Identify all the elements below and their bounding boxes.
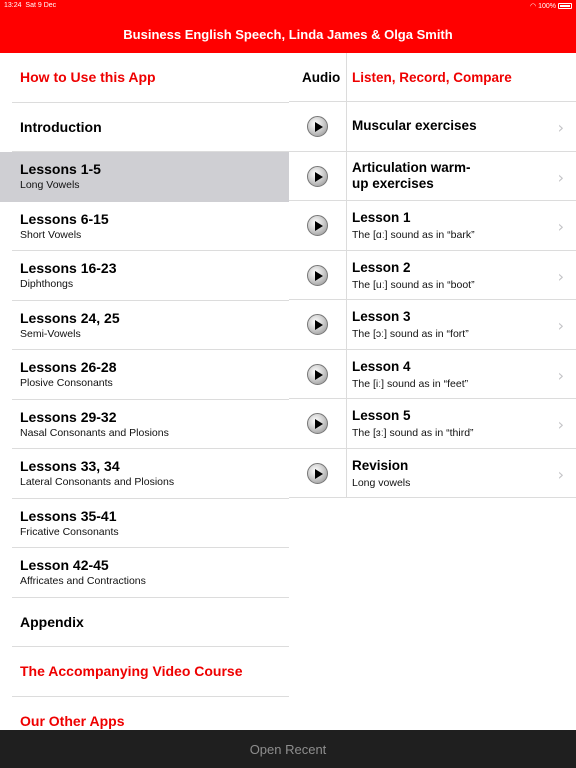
sidebar-item-title: Appendix [20,613,84,630]
audio-item-title: Lesson 3 [352,309,411,324]
battery-icon [558,3,572,10]
sidebar-item-subtitle: Plosive Consonants [20,377,113,389]
lessons-sidebar: How to Use this App Introduction Lessons 1… [0,53,289,730]
sidebar-item-title: Lessons 35-41 [20,507,117,524]
audio-item-subtitle: The [ɑː] sound as in “bark” [352,229,475,241]
sidebar-item-subtitle: Nasal Consonants and Plosions [20,426,169,439]
page-title: Business English Speech, Linda James & O… [123,27,453,42]
play-icon[interactable] [307,116,328,137]
sidebar-item[interactable]: Our Other Apps [0,697,289,731]
sidebar-item[interactable]: Lessons 26-28 Plosive Consonants [0,350,289,400]
sidebar-item[interactable]: Appendix [0,598,289,647]
audio-item-title: Muscular exercises [352,118,477,133]
status-date: Sat 9 Dec [25,2,57,9]
sidebar-item-subtitle: Short Vowels [20,228,82,241]
sidebar-item[interactable]: Lessons 6-15 Short Vowels [0,202,289,251]
sidebar-item-title: Lessons 1-5 [20,161,101,177]
audio-item-title: Lesson 1 [352,210,411,225]
sidebar-item[interactable]: The Accompanying Video Course [0,647,289,697]
sidebar-item[interactable]: Lessons 33, 34 Lateral Consonants and Plo… [0,449,289,499]
chevron-right-icon: › [557,365,564,385]
sidebar-item-subtitle: Semi-Vowels [20,327,81,340]
audio-list-item[interactable]: Articulation warm- up exercises › [289,152,576,201]
play-icon[interactable] [307,462,328,484]
sidebar-item[interactable]: Lessons 16-23 Diphthongs [0,251,289,301]
play-icon[interactable] [307,165,328,187]
sidebar-item[interactable]: Introduction [0,103,289,152]
sidebar-item[interactable]: Lesson 42-45 Affricates and Contractions [0,548,289,598]
sidebar-item-title: Lessons 16-23 [20,260,117,276]
audio-item-subtitle: The [ɜː] sound as in “third” [352,427,474,439]
audio-item-title: Articulation warm- up exercises [352,159,471,191]
audio-list-item[interactable]: Muscular exercises › [289,102,576,152]
audio-item-title: Lesson 4 [352,358,411,374]
sidebar-item-title: Lessons 26-28 [20,359,117,375]
audio-list-item[interactable]: Lesson 4 The [iː] sound as in “feet” › [289,350,576,399]
sidebar-item[interactable]: Lessons 29-32 Nasal Consonants and Plosio… [0,400,289,449]
sidebar-item-title: Introduction [20,118,102,135]
audio-item-subtitle: The [iː] sound as in “feet” [352,377,469,390]
sidebar-item-subtitle: Diphthongs [20,278,74,290]
chevron-right-icon: › [557,118,564,137]
sidebar-item-subtitle: Fricative Consonants [20,525,119,538]
sidebar-item[interactable]: Lessons 24, 25 Semi-Vowels [0,301,289,350]
play-icon[interactable] [307,314,328,335]
wifi-icon: ◠ [530,3,537,10]
sidebar-item-subtitle: Affricates and Contractions [20,575,146,587]
chevron-right-icon: › [557,415,564,434]
app-header: 13:24 Sat 9 Dec ◠ 100% Business English … [0,0,576,53]
open-recent-button[interactable]: Open Recent [0,742,576,757]
audio-item-title: Lesson 2 [352,259,411,275]
chevron-right-icon: › [557,316,564,335]
sidebar-item-title: Lesson 42-45 [20,557,109,573]
play-icon[interactable] [307,363,328,385]
audio-panel-header: Audio Listen, Record, Compare [289,53,576,102]
audio-panel: Audio Listen, Record, Compare Muscular e… [289,53,576,730]
sidebar-item[interactable]: Lessons 35-41 Fricative Consonants [0,499,289,548]
chevron-right-icon: › [557,167,564,187]
sidebar-item[interactable]: Lessons 1-5 Long Vowels [0,152,289,202]
chevron-right-icon: › [557,464,564,484]
audio-item-title: Revision [352,457,409,473]
sidebar-item-title: Lessons 33, 34 [20,458,120,474]
play-icon[interactable] [307,413,328,434]
audio-item-subtitle: The [ɔː] sound as in “fort” [352,328,469,340]
sidebar-item-title: Lessons 29-32 [20,408,117,425]
chevron-right-icon: › [557,266,564,286]
audio-item-subtitle: The [uː] sound as in “boot” [352,278,475,291]
audio-column-header: Audio [302,70,341,85]
sidebar-item-title: How to Use this App [20,69,156,85]
sidebar-item-subtitle: Lateral Consonants and Plosions [20,476,175,488]
battery-percent: 100% [538,3,556,10]
status-bar: 13:24 Sat 9 Dec ◠ 100% [4,2,572,12]
audio-list-item[interactable]: Lesson 1 The [ɑː] sound as in “bark” › [289,201,576,251]
audio-item-subtitle: Long vowels [352,476,411,489]
audio-list-item[interactable]: Lesson 3 The [ɔː] sound as in “fort” › [289,300,576,350]
footer-bar: Open Recent [0,730,576,768]
audio-list-item[interactable]: Revision Long vowels › [289,449,576,498]
audio-list-item[interactable]: Lesson 5 The [ɜː] sound as in “third” › [289,399,576,449]
sidebar-item-title: Lessons 24, 25 [20,309,120,326]
sidebar-item-title: The Accompanying Video Course [20,663,243,679]
sidebar-item[interactable]: How to Use this App [0,53,289,103]
audio-item-title: Lesson 5 [352,408,411,423]
sidebar-item-title: Lessons 6-15 [20,210,109,227]
play-icon[interactable] [307,264,328,286]
status-time: 13:24 [4,2,22,9]
listen-record-compare-link[interactable]: Listen, Record, Compare [352,70,512,85]
sidebar-item-subtitle: Long Vowels [20,179,80,191]
play-icon[interactable] [307,215,328,236]
chevron-right-icon: › [557,217,564,236]
audio-list-item[interactable]: Lesson 2 The [uː] sound as in “boot” › [289,251,576,300]
sidebar-item-title: Our Other Apps [20,712,125,729]
